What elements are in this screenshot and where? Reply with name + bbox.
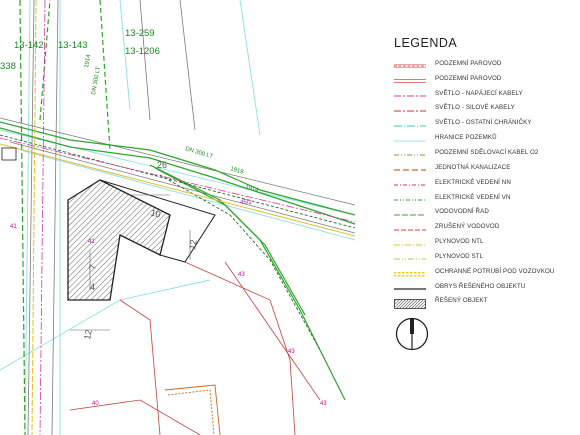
legend-item-label: SVĚTLO - SILOVÉ KABELY [435,104,515,112]
legend-item-label: SVĚTLO - NAPÁJECÍ KABELY [435,89,523,97]
parcel-number: 43 [320,401,327,407]
label-12b: 12 [82,329,94,341]
legend-item-label: SVĚTLO - OSTATNÍ CHRÁNIČKY [435,119,532,127]
legend-item-label: HRANICE POZEMKŮ [435,134,497,142]
label-dn-top: DN 300 LT [91,66,102,96]
legend-item: OCHRANNÉ POTRUBÍ POD VOZOVKOU [392,264,577,279]
label-4: 4 [90,282,95,292]
label-26: 26 [157,160,167,170]
legend-item: ŘEŠENÝ OBJEKT [392,294,577,309]
light-supply-cable-icon [394,88,426,98]
label-dn-mid: DN 300 LT [184,146,213,160]
parcel-number: 43 [238,272,245,278]
plan-label-13-142: 13-142 [14,40,44,51]
legend-item: PODZEMNÍ SDĚLOVACÍ KABEL O2 [392,145,577,160]
plan-label-338: 338 [0,61,16,72]
plan-label-13-1206: 13-1206 [125,46,160,57]
legend-item-label: PLYNOVOD NTL [435,238,484,246]
label-1914b: 1914 [244,184,259,194]
label-1914a: 1914 [84,54,92,69]
legend-item-label: PLYNOVOD STL [435,252,484,260]
electric-high-voltage-icon [394,192,426,202]
parcel-boundary-icon [394,133,426,143]
telecom-cable-icon [394,147,426,157]
plan-label-13-259: 13-259 [125,28,155,39]
legend-item-label: OBRYS ŘEŠENÉHO OBJEKTU [435,282,526,290]
legend-panel: LEGENDA PODZEMNÍ PAROVOD PODZEMNÍ PAROVOD… [392,36,577,309]
legend-item-label: ŘEŠENÝ OBJEKT [435,297,488,305]
sewer-icon [394,162,426,172]
legend-item: ELEKTRICKÉ VEDENÍ NN [392,175,577,190]
parcel-number: 40 [92,401,99,407]
water-main-icon [394,207,426,217]
legend-item: JEDNOTNÁ KANALIZACE [392,160,577,175]
legend-item-label: PODZEMNÍ SDĚLOVACÍ KABEL O2 [435,148,539,156]
legend-item: PLYNOVOD STL [392,249,577,264]
legend-item-label: ELEKTRICKÉ VEDENÍ VN [435,193,511,201]
label-12a: 12 [187,239,199,251]
electric-low-voltage-icon [394,177,426,187]
building-marker [1,147,17,161]
legend-item: SVĚTLO - SILOVÉ KABELY [392,101,577,116]
legend-item: HRANICE POZEMKŮ [392,130,577,145]
legend-item: PODZEMNÍ PAROVOD [392,71,577,86]
legend-item: OBRYS ŘEŠENÉHO OBJEKTU [392,279,577,294]
legend-item-label: VODOVODNÍ ŘAD [435,208,489,216]
parcel-number: 41 [10,224,17,230]
legend-item: ZRUŠENÝ VODOVOD [392,219,577,234]
legend-item: PODZEMNÍ PAROVOD [392,56,577,71]
legend-item-label: JEDNOTNÁ KANALIZACE [435,163,511,171]
steam-pipe-underground-icon [394,58,426,69]
legend-item: SVĚTLO - NAPÁJECÍ KABELY [392,86,577,101]
legend-item-label: ELEKTRICKÉ VEDENÍ NN [435,178,511,186]
legend-item-label: PODZEMNÍ PAROVOD [435,74,502,82]
light-conduit-icon [394,118,426,128]
drainage-detail [164,384,221,435]
north-arrow-icon [395,314,429,354]
cancelled-water-main-icon [394,222,426,232]
gas-medium-pressure-icon [394,251,426,261]
site-plan-drawing: 13-142 13-143 13-259 13-1206 338 DN 300 … [0,0,355,435]
plan-label-13-143: 13-143 [58,40,88,51]
label-45-1: 45/1 [240,200,252,206]
hatched-object [67,179,171,301]
legend-item-label: OCHRANNÉ POTRUBÍ POD VOZOVKOU [435,267,555,275]
parcel-number: 41 [88,239,95,245]
legend-item: PLYNOVOD NTL [392,234,577,249]
road-edges [0,0,355,435]
hatched-object-icon [394,296,426,309]
protective-pipe-icon [394,266,426,277]
legend-item: SVĚTLO - OSTATNÍ CHRÁNIČKY [392,115,577,130]
object-outline-icon [394,281,426,291]
legend-item-label: ZRUŠENÝ VODOVOD [435,223,500,231]
gas-low-pressure-icon [394,237,426,247]
light-power-cable-icon [394,103,426,113]
legend-item-label: PODZEMNÍ PAROVOD [435,59,502,67]
legend-item: ELEKTRICKÉ VEDENÍ VN [392,190,577,205]
legend-title: LEGENDA [394,36,458,50]
legend-item: VODOVODNÍ ŘAD [392,204,577,219]
parcel-number: 43 [288,349,295,355]
steam-pipe-underground-double-icon [394,73,426,84]
site-plan-map[interactable]: 13-142 13-143 13-259 13-1206 338 DN 300 … [0,0,355,435]
